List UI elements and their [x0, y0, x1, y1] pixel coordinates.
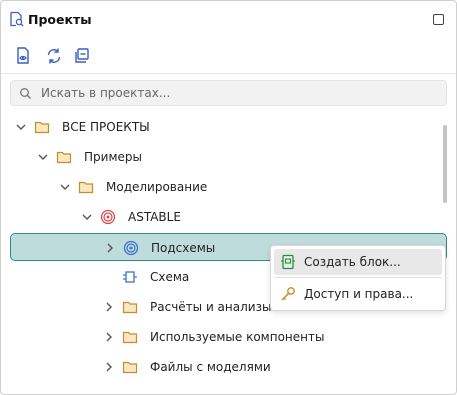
panel-title: Проекты	[28, 12, 92, 27]
tree-item-label: Подсхемы	[151, 241, 216, 255]
tree-scrollbar[interactable]	[443, 125, 447, 203]
tree-item-label: Схема	[150, 270, 190, 284]
block-green-icon	[280, 254, 296, 270]
projects-panel: Проекты Искать в проектах... ВСЕ ПРОЕКТЫ…	[0, 0, 457, 395]
tree-item-components[interactable]: Используемые компоненты	[1, 323, 449, 351]
chevron-down-icon[interactable]	[81, 211, 93, 223]
tree-item-model-files[interactable]: Файлы с моделями	[1, 353, 449, 381]
chevron-right-icon[interactable]	[103, 301, 115, 313]
maximize-button[interactable]	[433, 14, 444, 25]
folder-icon	[122, 329, 138, 345]
context-separator	[274, 277, 442, 278]
tree-item-label: ВСЕ ПРОЕКТЫ	[62, 120, 150, 134]
context-item-label: Доступ и права...	[304, 287, 414, 301]
tree-item-label: Моделирование	[106, 180, 208, 194]
chevron-right-icon[interactable]	[104, 242, 116, 254]
collapse-all-icon[interactable]	[73, 46, 93, 66]
file-eye-icon[interactable]	[15, 46, 35, 66]
tree-item-modeling[interactable]: Моделирование	[1, 173, 449, 201]
folder-icon	[122, 359, 138, 375]
tree-item-label: Расчёты и анализы	[150, 300, 272, 314]
search-icon	[19, 87, 32, 103]
chevron-down-icon[interactable]	[37, 151, 49, 163]
folder-icon	[122, 299, 138, 315]
context-item-label: Создать блок...	[304, 255, 401, 269]
spiral-red-icon	[100, 209, 116, 225]
chevron-down-icon[interactable]	[59, 181, 71, 193]
folder-icon	[34, 119, 50, 135]
search-box[interactable]	[10, 80, 447, 106]
tree-item-label: Используемые компоненты	[150, 330, 325, 344]
context-item-create-block[interactable]: Создать блок...	[274, 249, 442, 275]
chevron-right-icon[interactable]	[103, 331, 115, 343]
key-icon	[280, 286, 296, 302]
tree-item-label: ASTABLE	[128, 210, 181, 224]
folder-icon	[56, 149, 72, 165]
schema-icon	[122, 269, 138, 285]
tree-item-astable[interactable]: ASTABLE	[1, 203, 449, 231]
tree-item-label: Примеры	[84, 150, 142, 164]
spiral-blue-icon	[123, 240, 139, 256]
tree-item-all-projects[interactable]: ВСЕ ПРОЕКТЫ	[1, 113, 449, 141]
tree-item-label: Файлы с моделями	[150, 360, 271, 374]
search-input[interactable]	[41, 83, 431, 103]
refresh-icon[interactable]	[45, 46, 65, 66]
chevron-down-icon[interactable]	[15, 121, 27, 133]
folder-icon	[78, 179, 94, 195]
context-menu: Создать блок... Доступ и права...	[270, 245, 446, 311]
panel-header: Проекты	[1, 1, 456, 39]
chevron-right-icon[interactable]	[103, 361, 115, 373]
context-item-access-rights[interactable]: Доступ и права...	[274, 281, 442, 307]
tree-item-examples[interactable]: Примеры	[1, 143, 449, 171]
toolbar-divider	[1, 73, 456, 74]
project-search-icon	[9, 11, 24, 30]
